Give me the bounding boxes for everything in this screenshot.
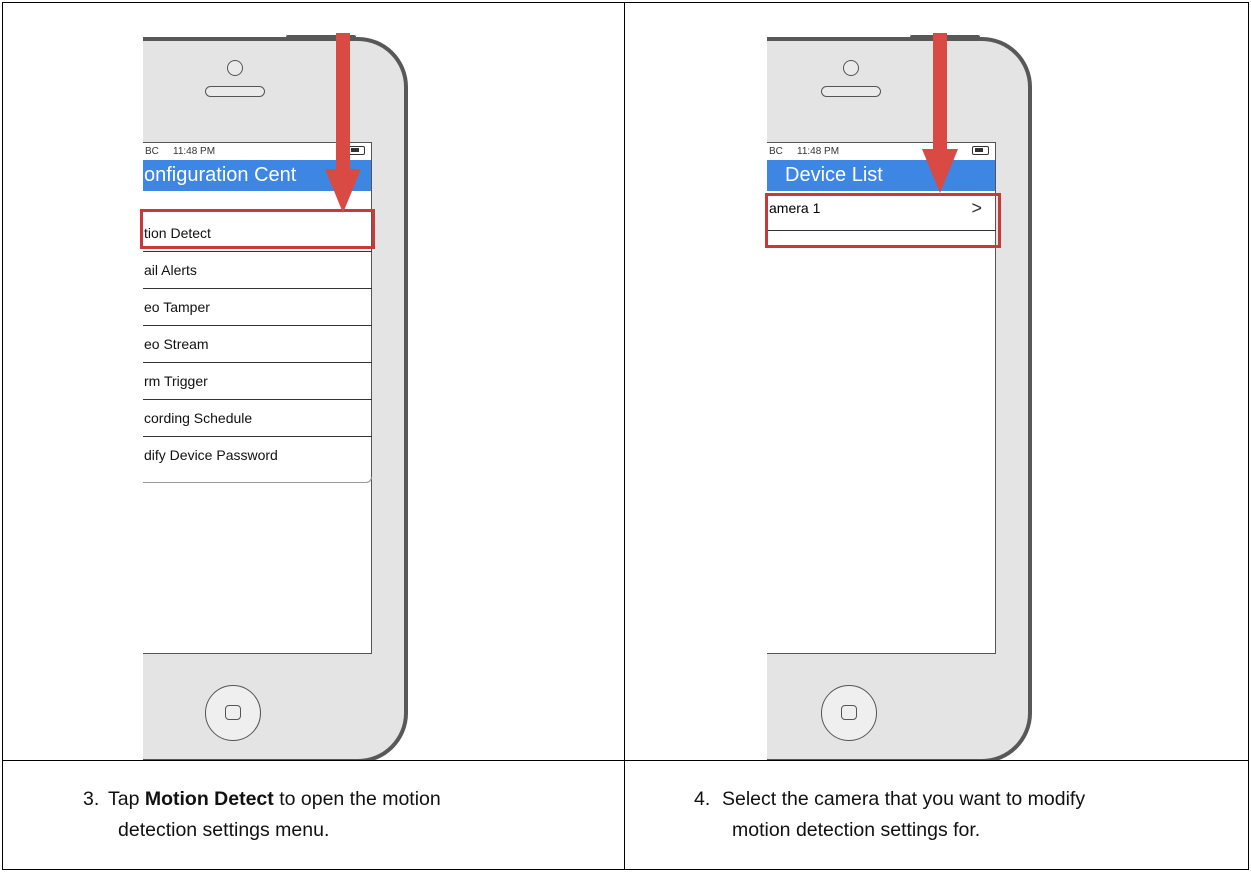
home-square-icon: [225, 705, 241, 720]
step-4-caption-line-2: motion detection settings for.: [732, 819, 981, 841]
configuration-menu: tion Detect ail Alerts eo Tamper eo Stre…: [143, 215, 372, 477]
step-3-image-cell: BC 11:48 PM onfiguration Cent tion Detec…: [3, 3, 624, 760]
home-square-icon: [841, 705, 857, 720]
home-button[interactable]: [205, 685, 261, 741]
home-button[interactable]: [821, 685, 877, 741]
front-camera-icon: [843, 60, 859, 76]
red-arrow-down-icon: [922, 33, 958, 193]
front-camera-icon: [227, 60, 243, 76]
speaker-grille: [821, 86, 881, 97]
menu-item-alarm-trigger[interactable]: rm Trigger: [143, 363, 372, 400]
screen-title-text: onfiguration Cent: [144, 164, 297, 186]
carrier-label: BC: [145, 146, 159, 157]
menu-item-video-tamper[interactable]: eo Tamper: [143, 289, 372, 326]
menu-item-recording-schedule[interactable]: cording Schedule: [143, 400, 372, 437]
carrier-label: BC: [769, 146, 783, 157]
menu-item-modify-device-password[interactable]: dify Device Password: [143, 437, 372, 477]
red-arrow-down-icon: [325, 33, 361, 213]
phone-mockup: BC 11:48 PM onfiguration Cent tion Detec…: [143, 35, 408, 760]
clock-label: 11:48 PM: [173, 146, 216, 157]
step-3-caption: 3. Tap Motion Detect to open the motion …: [3, 760, 624, 870]
step-3-caption-post: to open the motion: [273, 788, 441, 810]
screen-title: Device List: [767, 160, 995, 191]
phone-mockup: BC 11:48 PM Device List amera 1 >: [767, 35, 1032, 760]
motion-detect-highlight: [140, 209, 375, 249]
screen-title-text: Device List: [785, 164, 883, 186]
step-4-number: 4.: [694, 788, 711, 810]
step-4-image-cell: BC 11:48 PM Device List amera 1 >: [625, 3, 1248, 760]
menu-list-end: [143, 477, 372, 483]
step-3-number: 3.: [83, 788, 100, 810]
step-3-caption-line-2: detection settings menu.: [118, 819, 330, 841]
battery-icon: [972, 146, 989, 155]
speaker-grille: [205, 86, 265, 97]
step-3-caption-line-1: Tap Motion Detect to open the motion: [108, 785, 441, 813]
clock-label: 11:48 PM: [797, 146, 840, 157]
status-bar: BC 11:48 PM: [767, 143, 995, 160]
step-4-caption: 4. Select the camera that you want to mo…: [625, 760, 1248, 870]
step-3-caption-bold: Motion Detect: [144, 788, 274, 810]
step-4-caption-line-1: Select the camera that you want to modif…: [722, 788, 1086, 810]
menu-item-mail-alerts[interactable]: ail Alerts: [143, 252, 372, 289]
camera-1-highlight: [765, 193, 1001, 248]
menu-item-video-stream[interactable]: eo Stream: [143, 326, 372, 363]
step-3-caption-pre: Tap: [108, 788, 145, 810]
